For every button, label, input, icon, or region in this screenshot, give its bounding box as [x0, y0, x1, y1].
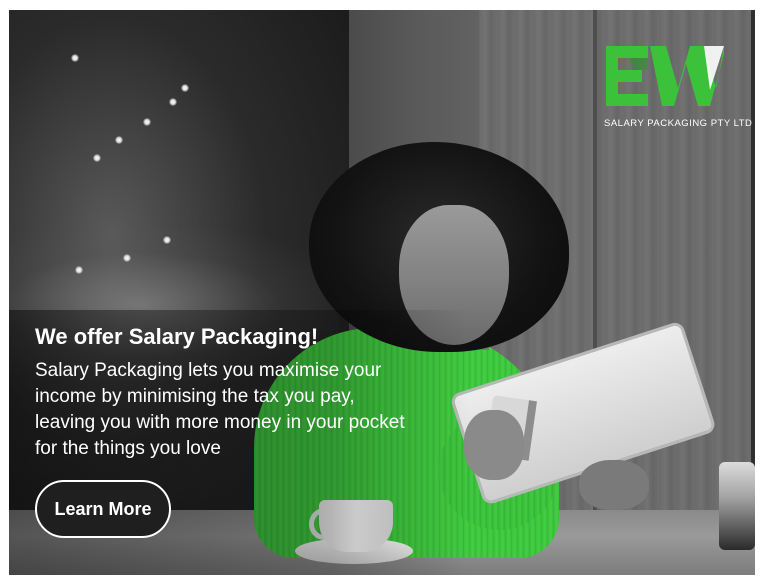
hanging-light: [163, 236, 171, 244]
hanging-light: [93, 154, 101, 162]
person-hand: [579, 460, 649, 510]
hero-body-line: Salary Packaging lets you maximise your: [35, 360, 382, 381]
hero-banner: SALARY PACKAGING PTY LTD We offer Salary…: [9, 10, 755, 575]
hanging-light: [143, 118, 151, 126]
hero-body-line: for the things you love: [35, 438, 221, 459]
brand-tagline: SALARY PACKAGING PTY LTD: [604, 118, 753, 129]
hanging-light: [169, 98, 177, 106]
hanging-light: [181, 84, 189, 92]
hanging-light: [71, 54, 79, 62]
cutlery-holder: [719, 462, 755, 550]
hero-body: Salary Packaging lets you maximise your …: [35, 358, 475, 462]
ew-logo-icon: [606, 46, 724, 106]
hanging-light: [75, 266, 83, 274]
hanging-light: [115, 136, 123, 144]
hero-body-line: income by minimising the tax you pay,: [35, 386, 355, 407]
brand-logo[interactable]: SALARY PACKAGING PTY LTD: [604, 46, 754, 146]
hanging-light: [123, 254, 131, 262]
hero-body-line: leaving you with more money in your pock…: [35, 412, 405, 433]
learn-more-button[interactable]: Learn More: [35, 480, 171, 538]
hero-headline: We offer Salary Packaging!: [35, 324, 319, 349]
